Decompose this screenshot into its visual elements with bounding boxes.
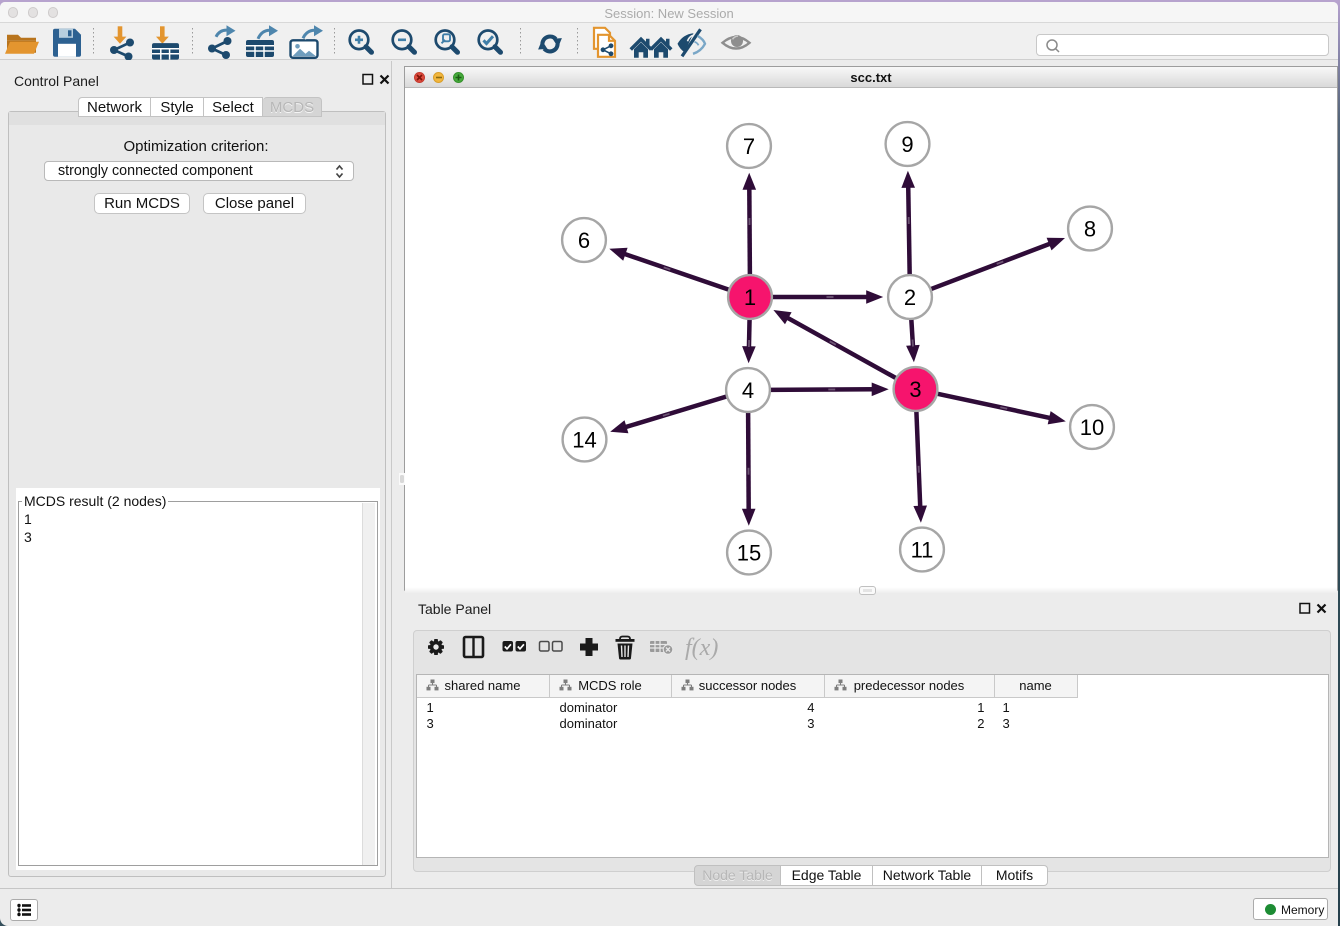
svg-text:2: 2 <box>904 285 916 310</box>
svg-text:10: 10 <box>1080 415 1104 440</box>
svg-text:1: 1 <box>744 285 756 310</box>
svg-text:7: 7 <box>743 134 755 159</box>
svg-text:8: 8 <box>1084 217 1096 242</box>
svg-text:11: 11 <box>911 538 934 563</box>
svg-text:15: 15 <box>737 541 761 566</box>
svg-text:6: 6 <box>578 228 590 253</box>
svg-text:f(x): f(x) <box>685 635 718 661</box>
svg-text:4: 4 <box>742 378 754 403</box>
svg-text:14: 14 <box>572 428 596 453</box>
svg-text:3: 3 <box>909 377 921 402</box>
svg-text:9: 9 <box>901 132 913 157</box>
